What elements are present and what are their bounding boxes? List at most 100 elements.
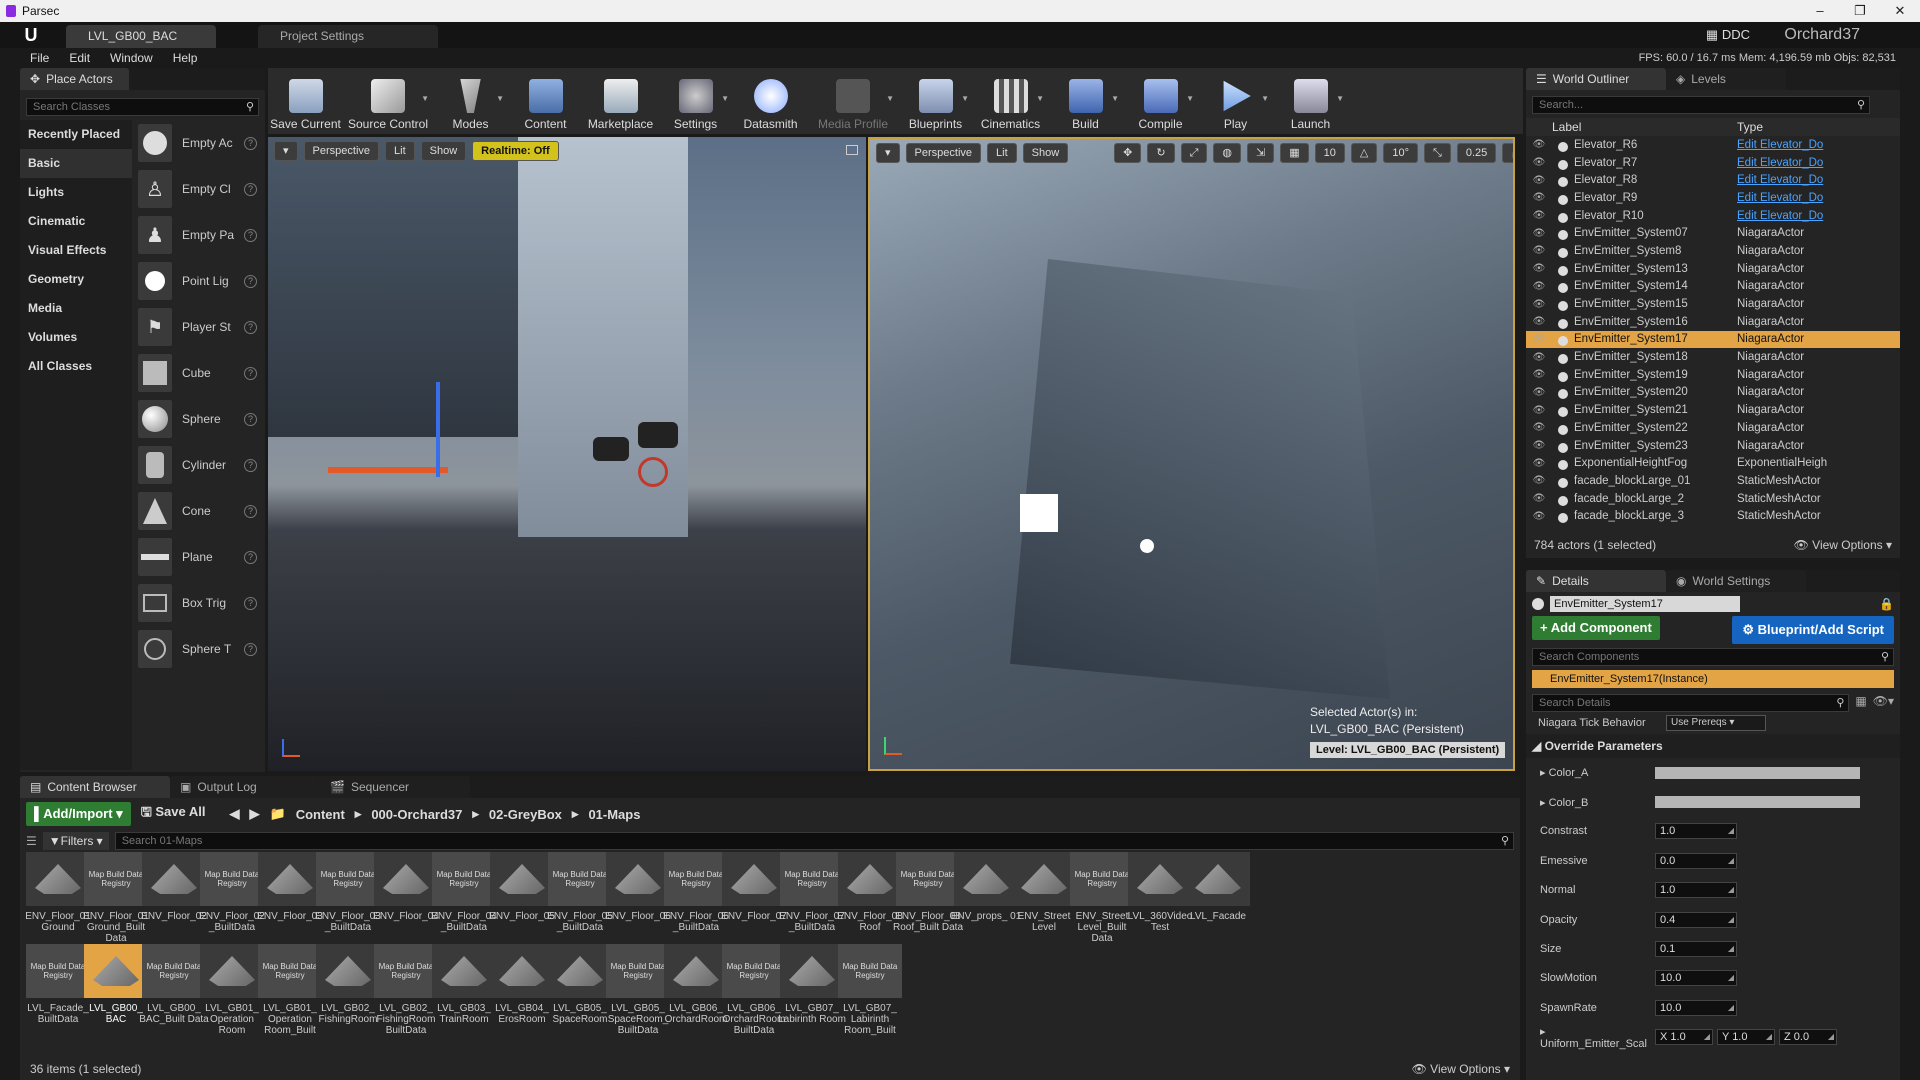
eye-icon[interactable]: 👁 (1526, 458, 1552, 469)
help-icon[interactable]: ? (244, 274, 257, 288)
help-icon[interactable]: ? (244, 136, 257, 150)
menu-edit[interactable]: Edit (59, 48, 100, 68)
close-button[interactable]: ✕ (1880, 0, 1920, 22)
override-parameters-header[interactable]: ◢ Override Parameters (1526, 734, 1900, 758)
outliner-row[interactable]: 👁 facade_blockLarge_3 StaticMeshActor (1526, 507, 1900, 525)
blueprints-button[interactable]: Blueprints ▼ (898, 68, 973, 134)
eye-icon[interactable]: 👁 (1526, 210, 1552, 221)
eye-icon[interactable]: 👁 (1526, 299, 1552, 310)
eye-icon[interactable]: 👁 (1526, 352, 1552, 363)
grid-snap-icon[interactable]: ▦ (1280, 143, 1309, 163)
back-button[interactable]: ◀ (230, 806, 240, 822)
tab-output-log[interactable]: ▣ Output Log (170, 776, 320, 798)
build-button[interactable]: Build ▼ (1048, 68, 1123, 134)
tab-content-browser[interactable]: ▤ Content Browser (20, 776, 170, 798)
color-b-swatch[interactable] (1655, 796, 1860, 809)
tick-behavior-select[interactable]: Use Prereqs ▾ (1666, 715, 1766, 731)
perspective-button[interactable]: Perspective (303, 141, 380, 161)
tab-world-settings[interactable]: ◉ World Settings (1666, 570, 1806, 592)
actor-type[interactable]: Edit Elevator_Do (1737, 139, 1857, 151)
light-actor-icon[interactable] (1020, 494, 1058, 532)
category-cinematic[interactable]: Cinematic (20, 207, 132, 236)
help-icon[interactable]: ? (244, 366, 257, 380)
viewport-options-button[interactable]: ▾ (274, 141, 298, 161)
eye-icon[interactable]: 👁 (1526, 369, 1552, 380)
category-recently-placed[interactable]: Recently Placed (20, 120, 132, 149)
search-maps-input[interactable]: Search 01-Maps ⚲ (114, 832, 1514, 850)
eye-icon[interactable]: 👁 (1526, 263, 1552, 274)
actor-cube[interactable]: Cube? (132, 350, 265, 396)
help-icon[interactable]: ? (244, 596, 257, 610)
outliner-row[interactable]: 👁 ExponentialHeightFog ExponentialHeigh (1526, 454, 1900, 472)
rotate-tool-icon[interactable]: ↻ (1147, 143, 1175, 163)
label-column-header[interactable]: Label (1552, 118, 1737, 136)
tab-world-outliner[interactable]: ☰ World Outliner (1526, 68, 1666, 90)
visibility-icon[interactable]: 👁▾ (1873, 694, 1894, 712)
actor-cylinder[interactable]: Cylinder? (132, 442, 265, 488)
tab-place-actors[interactable]: ✥ Place Actors (20, 68, 129, 90)
rotation-snap-value[interactable]: 10° (1383, 143, 1419, 163)
view-options-button[interactable]: 👁 View Options ▾ (1794, 538, 1892, 552)
outliner-row[interactable]: 👁 facade_blockLarge_2 StaticMeshActor (1526, 490, 1900, 508)
property-matrix-icon[interactable]: ▦ (1855, 694, 1866, 712)
param-value-field[interactable]: 0.1 (1655, 941, 1737, 958)
asset-tile[interactable]: Map Build Data Registry LVL_GB07_ Labirin… (836, 944, 904, 1039)
actor-empty-character[interactable]: ♙ Empty Cl? (132, 166, 265, 212)
compile-button[interactable]: Compile ▼ (1123, 68, 1198, 134)
settings-button[interactable]: Settings ▼ (658, 68, 733, 134)
world-space-icon[interactable]: ◍ (1213, 143, 1242, 163)
actor-type[interactable]: Edit Elevator_Do (1737, 210, 1857, 222)
help-icon[interactable]: ? (244, 320, 257, 334)
lit-button[interactable]: Lit (385, 141, 415, 161)
outliner-row[interactable]: 👁 EnvEmitter_System20 NiagaraActor (1526, 384, 1900, 402)
launch-button[interactable]: Launch ▼ (1273, 68, 1348, 134)
sphere-actor[interactable] (1140, 539, 1154, 553)
eye-icon[interactable]: 👁 (1526, 405, 1552, 416)
actor-sphere[interactable]: Sphere? (132, 396, 265, 442)
show-button[interactable]: Show (420, 141, 467, 161)
type-column-header[interactable]: Type (1737, 118, 1763, 136)
datasmith-button[interactable]: Datasmith (733, 68, 808, 134)
search-classes-input[interactable]: Search Classes ⚲ (26, 98, 259, 116)
help-icon[interactable]: ? (244, 642, 257, 656)
help-icon[interactable]: ? (244, 504, 257, 518)
outliner-row[interactable]: 👁 EnvEmitter_System8 NiagaraActor (1526, 242, 1900, 260)
actor-empty-pawn[interactable]: ♟ Empty Pa? (132, 212, 265, 258)
grid-snap-value[interactable]: 10 (1314, 143, 1345, 163)
help-icon[interactable]: ? (244, 412, 257, 426)
eye-icon[interactable]: 👁 (1526, 157, 1552, 168)
category-visual-effects[interactable]: Visual Effects (20, 236, 132, 265)
eye-icon[interactable]: 👁 (1526, 493, 1552, 504)
breadcrumb-content[interactable]: Content (296, 807, 345, 822)
tab-levels[interactable]: ◈ Levels (1666, 68, 1786, 90)
maximize-button[interactable]: ❐ (1840, 0, 1880, 22)
camera-actor[interactable] (638, 422, 678, 448)
eye-icon[interactable]: 👁 (1526, 245, 1552, 256)
eye-icon[interactable]: 👁 (1526, 475, 1552, 486)
eye-icon[interactable]: 👁 (1526, 511, 1552, 522)
camera-speed-icon[interactable]: 🎥 (1502, 143, 1513, 163)
search-details-input[interactable]: Search Details ⚲ (1532, 694, 1850, 712)
actor-cone[interactable]: Cone? (132, 488, 265, 534)
tab-sequencer[interactable]: 🎬 Sequencer (320, 776, 470, 798)
outliner-row[interactable]: 👁 EnvEmitter_System07 NiagaraActor (1526, 224, 1900, 242)
ddc-indicator[interactable]: ▦ DDC (1706, 25, 1750, 45)
help-icon[interactable]: ? (244, 550, 257, 564)
actor-type[interactable]: Edit Elevator_Do (1737, 174, 1857, 186)
tab-details[interactable]: ✎ Details (1526, 570, 1666, 592)
category-geometry[interactable]: Geometry (20, 265, 132, 294)
outliner-row[interactable]: 👁 EnvEmitter_System15 NiagaraActor (1526, 295, 1900, 313)
modes-button[interactable]: Modes ▼ (433, 68, 508, 134)
source-control-button[interactable]: Source Control ▼ (343, 68, 433, 134)
outliner-row[interactable]: 👁 Elevator_R6 Edit Elevator_Do (1526, 136, 1900, 154)
save-current-button[interactable]: Save Current (268, 68, 343, 134)
outliner-row[interactable]: 👁 EnvEmitter_System18 NiagaraActor (1526, 348, 1900, 366)
asset-tile[interactable]: LVL_Facade (1184, 852, 1252, 947)
outliner-row[interactable]: 👁 Elevator_R10 Edit Elevator_Do (1526, 207, 1900, 225)
menu-window[interactable]: Window (100, 48, 163, 68)
eye-icon[interactable]: 👁 (1526, 139, 1552, 150)
outliner-row[interactable]: 👁 EnvEmitter_System23 NiagaraActor (1526, 437, 1900, 455)
breadcrumb-orchard[interactable]: 000-Orchard37 (371, 807, 462, 822)
param-value-field[interactable]: 1.0 (1655, 882, 1737, 899)
outliner-row[interactable]: 👁 Elevator_R9 Edit Elevator_Do (1526, 189, 1900, 207)
